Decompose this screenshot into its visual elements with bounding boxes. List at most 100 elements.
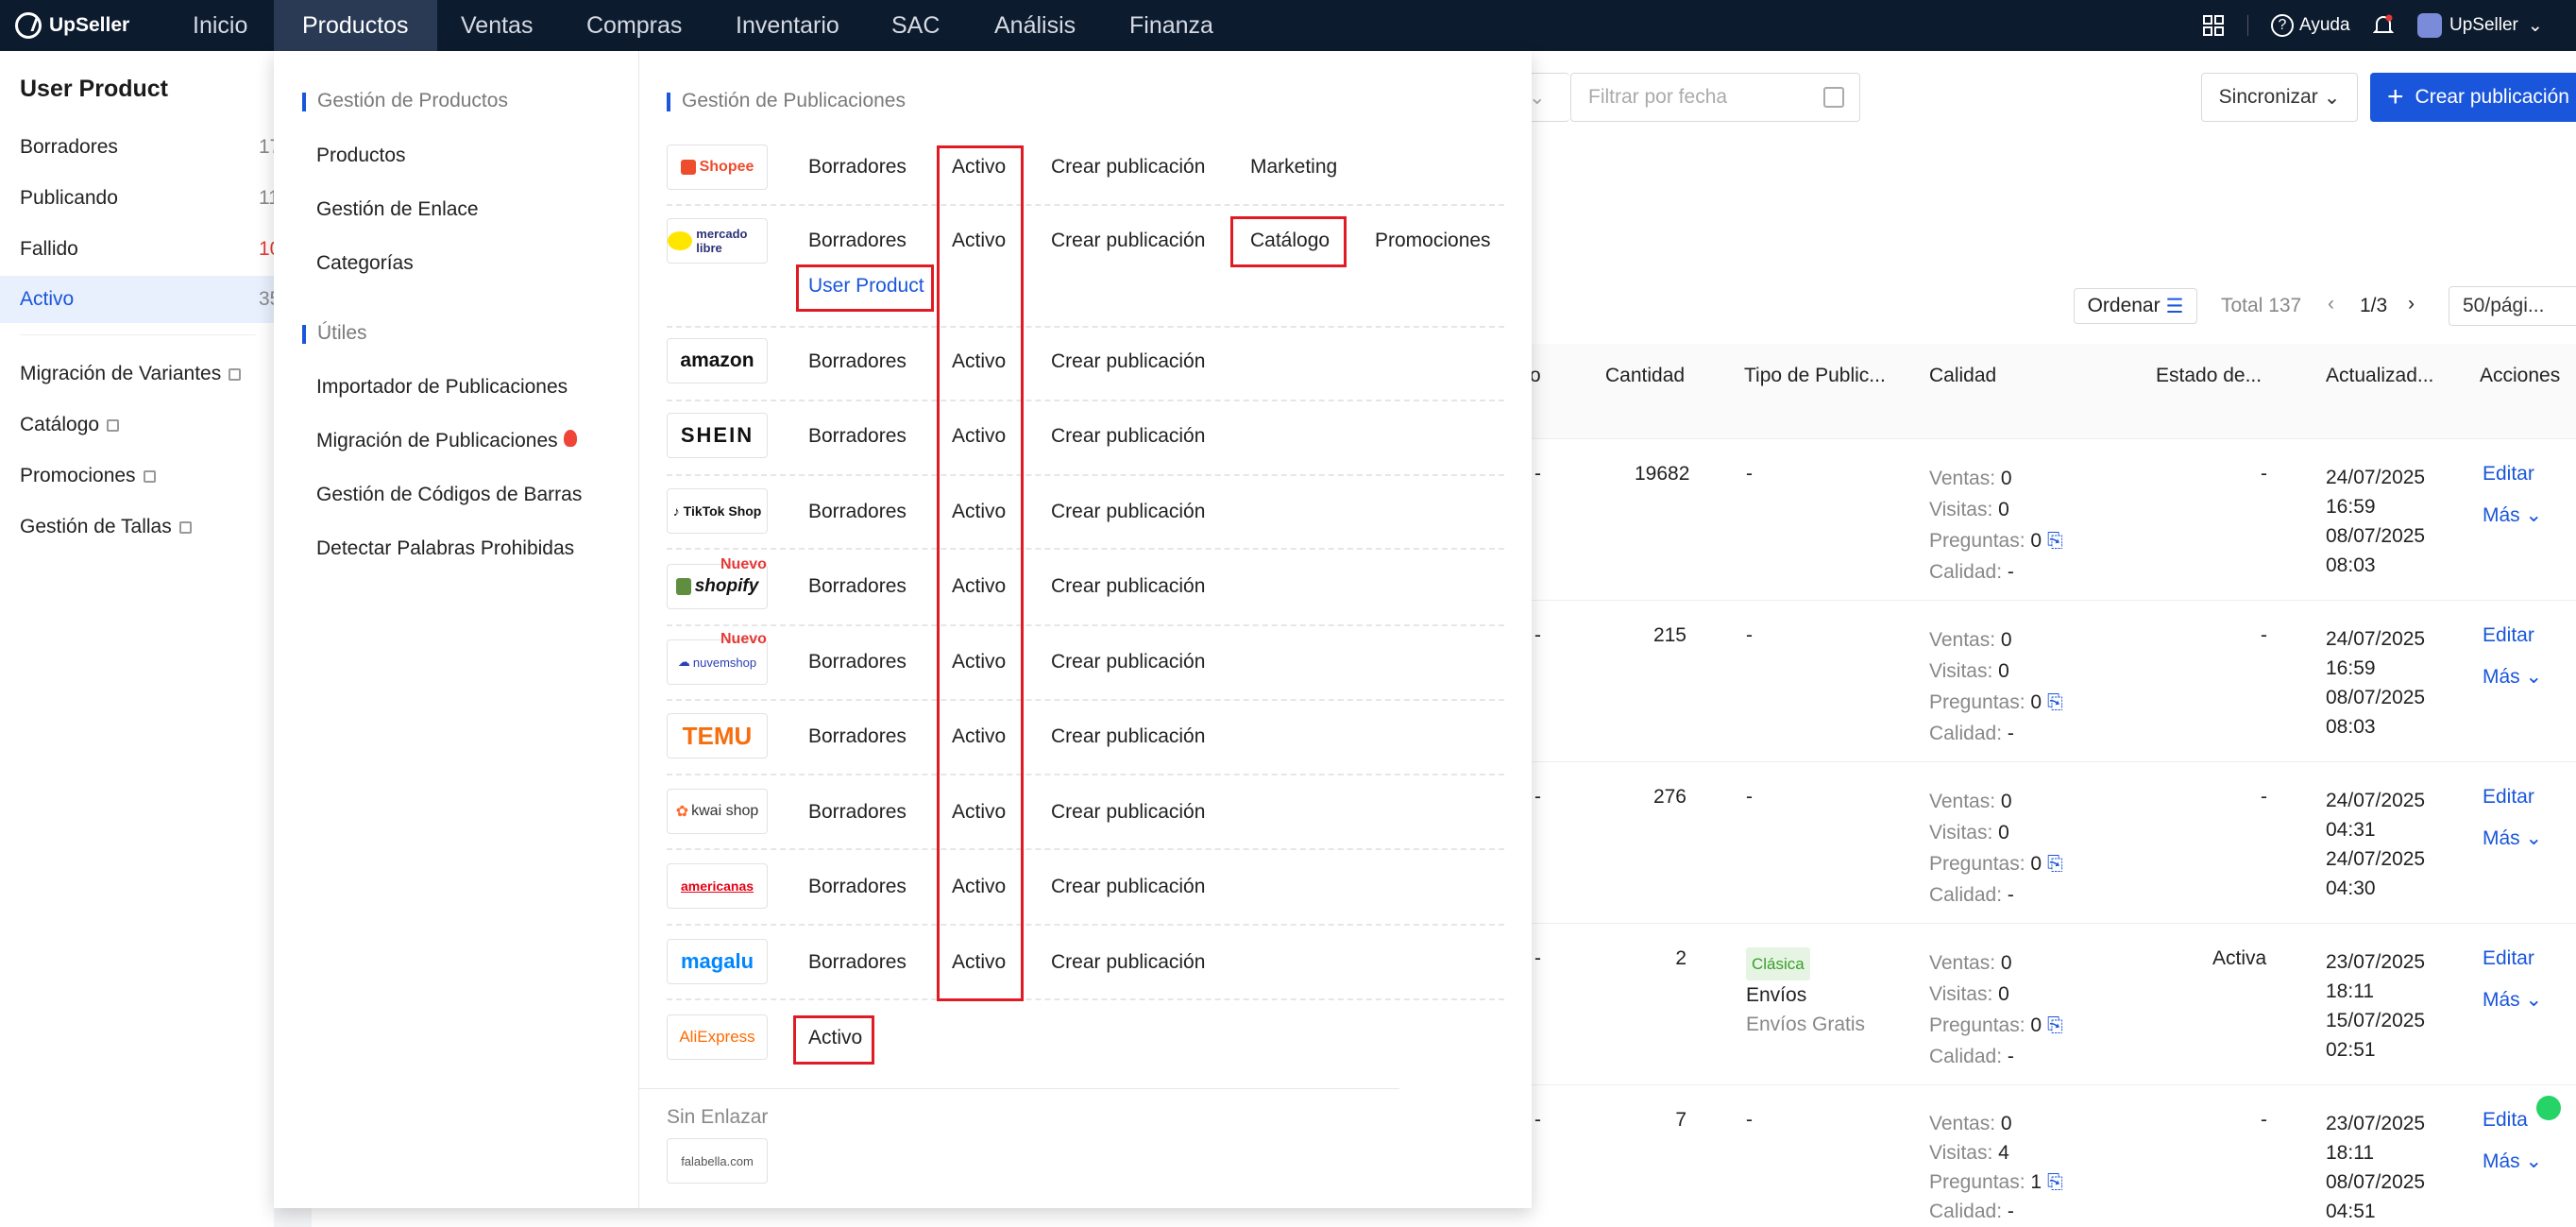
menu-item-productos[interactable]: Productos [316,145,406,167]
fire-hot-icon [563,430,577,447]
apps-grid-icon[interactable] [2203,0,2224,51]
menu-item-importador[interactable]: Importador de Publicaciones [316,376,568,399]
notification-bell-icon[interactable] [2373,0,2394,51]
menu-item-codigos-barras[interactable]: Gestión de Códigos de Barras [316,484,582,506]
mercadolibre-crear-publicacion[interactable]: Crear publicación [1051,230,1205,252]
highlight-activo-column [937,145,1024,1001]
external-link-icon [107,418,120,432]
shopify-crear-publicacion[interactable]: Crear publicación [1051,575,1205,598]
magalu-borradores[interactable]: Borradores [808,951,907,974]
cell-updated: 23/07/2025 18:11 08/07/2025 04:51 [2326,1113,2426,1222]
nav-inicio[interactable]: Inicio [193,0,247,51]
page-size-select[interactable]: 50/pági... [2449,286,2576,326]
cell-tipo: - [1746,624,1753,646]
americanas-crear-publicacion[interactable]: Crear publicación [1051,876,1205,898]
temu-borradores[interactable]: Borradores [808,725,907,748]
sidebar-item-fallido[interactable]: Fallido 10 [0,226,280,273]
order-label: Ordenar [2087,295,2161,316]
menu-item-migracion-publicaciones[interactable]: Migración de Publicaciones [316,430,577,452]
menu-item-palabras-prohibidas[interactable]: Detectar Palabras Prohibidas [316,537,574,560]
upseller-logo-icon [15,12,42,39]
more-dropdown[interactable]: Más ⌄ [2483,827,2542,850]
magalu-crear-publicacion[interactable]: Crear publicación [1051,951,1205,974]
edit-link[interactable]: Editar [2483,624,2534,647]
edit-link[interactable]: Editar [2483,947,2534,970]
more-dropdown[interactable]: Más ⌄ [2483,665,2542,689]
nuvemshop-crear-publicacion[interactable]: Crear publicación [1051,651,1205,673]
chevron-down-icon: ⌄ [2525,666,2543,688]
create-listing-button[interactable]: + Crear publicación [2370,73,2576,122]
platform-logo-aliexpress: AliExpress [667,1014,768,1060]
nav-finanza[interactable]: Finanza [1129,0,1213,51]
kwai-crear-publicacion[interactable]: Crear publicación [1051,801,1205,824]
platform-logo-falabella[interactable]: falabella.com [667,1138,768,1184]
nuvemshop-borradores[interactable]: Borradores [808,651,907,673]
sidebar-link-gestion-tallas[interactable]: Gestión de Tallas [0,503,274,551]
edit-link[interactable]: Editar [2483,463,2534,486]
edit-link[interactable]: Editar [2483,786,2534,809]
edit-link[interactable]: Edita [2483,1109,2528,1132]
column-header-actualizado: Actualizad... [2326,365,2434,386]
prev-page-icon[interactable]: ‹ [2328,293,2334,315]
row-separator [667,474,1504,476]
shein-borradores[interactable]: Borradores [808,425,907,448]
nav-analisis[interactable]: Análisis [994,0,1076,51]
sidebar-link-label: Promociones [20,465,136,486]
amazon-crear-publicacion[interactable]: Crear publicación [1051,350,1205,373]
row-separator [667,774,1504,775]
questions-icon: ⎘ [2046,1171,2063,1193]
chevron-down-icon: ⌄ [2525,504,2543,526]
more-dropdown[interactable]: Más ⌄ [2483,988,2542,1012]
cell-cantidad: 215 [1652,624,1686,646]
nav-inventario[interactable]: Inventario [736,0,839,51]
more-dropdown[interactable]: Más ⌄ [2483,503,2542,527]
sidebar-item-borradores[interactable]: Borradores 17 [0,124,280,171]
page-indicator: 1/3 [2360,295,2388,316]
next-page-icon[interactable]: › [2408,293,2415,315]
cell-cantidad: 19682 [1635,463,1690,485]
help-button[interactable]: ? Ayuda [2271,0,2350,51]
menu-item-categorias[interactable]: Categorías [316,252,414,275]
sidebar-link-migracion-variantes[interactable]: Migración de Variantes [0,350,274,398]
cell-updated: 24/07/2025 04:31 24/07/2025 04:30 [2326,790,2426,899]
whatsapp-icon[interactable] [2536,1096,2561,1120]
user-menu[interactable]: UpSeller ⌄ [2417,0,2543,51]
menu-item-gestion-enlace[interactable]: Gestión de Enlace [316,198,479,221]
mercadolibre-borradores[interactable]: Borradores [808,230,907,252]
mercadolibre-promociones[interactable]: Promociones [1375,230,1491,252]
tiktok-borradores[interactable]: Borradores [808,501,907,523]
shopify-borradores[interactable]: Borradores [808,575,907,598]
sidebar-item-publicando[interactable]: Publicando 11 [0,175,280,222]
nav-sac[interactable]: SAC [891,0,940,51]
nav-compras[interactable]: Compras [586,0,682,51]
americanas-borradores[interactable]: Borradores [808,876,907,898]
sidebar-divider [20,334,256,335]
nav-ventas[interactable]: Ventas [461,0,533,51]
user-avatar-icon [2417,13,2442,38]
shein-crear-publicacion[interactable]: Crear publicación [1051,425,1205,448]
row-separator [667,548,1504,550]
kwai-borradores[interactable]: Borradores [808,801,907,824]
tiktok-crear-publicacion[interactable]: Crear publicación [1051,501,1205,523]
cell-tipo: - [1746,1109,1753,1131]
brand-logo[interactable]: UpSeller [15,0,129,51]
order-button[interactable]: Ordenar ☰ [2074,288,2197,324]
sidebar-link-promociones[interactable]: Promociones [0,452,274,500]
sync-button[interactable]: Sincronizar ⌄ [2201,73,2358,122]
cell-updated: 24/07/2025 16:59 08/07/2025 08:03 [2326,628,2426,738]
more-dropdown[interactable]: Más ⌄ [2483,1150,2542,1173]
shopee-marketing[interactable]: Marketing [1250,156,1337,179]
sidebar-link-catalogo[interactable]: Catálogo [0,401,274,449]
sidebar-item-activo[interactable]: Activo 359 [0,276,292,323]
shopee-borradores[interactable]: Borradores [808,156,907,179]
date-filter-input[interactable]: Filtrar por fecha [1570,73,1860,122]
chevron-down-icon: ⌄ [2527,15,2543,36]
highlight-catalogo [1230,216,1347,267]
temu-crear-publicacion[interactable]: Crear publicación [1051,725,1205,748]
nav-productos[interactable]: Productos [274,0,437,51]
cell-tipo: - [1746,786,1753,808]
shopee-crear-publicacion[interactable]: Crear publicación [1051,156,1205,179]
amazon-borradores[interactable]: Borradores [808,350,907,373]
cell-tipo: - [1746,463,1753,485]
user-name: UpSeller [2449,15,2518,35]
